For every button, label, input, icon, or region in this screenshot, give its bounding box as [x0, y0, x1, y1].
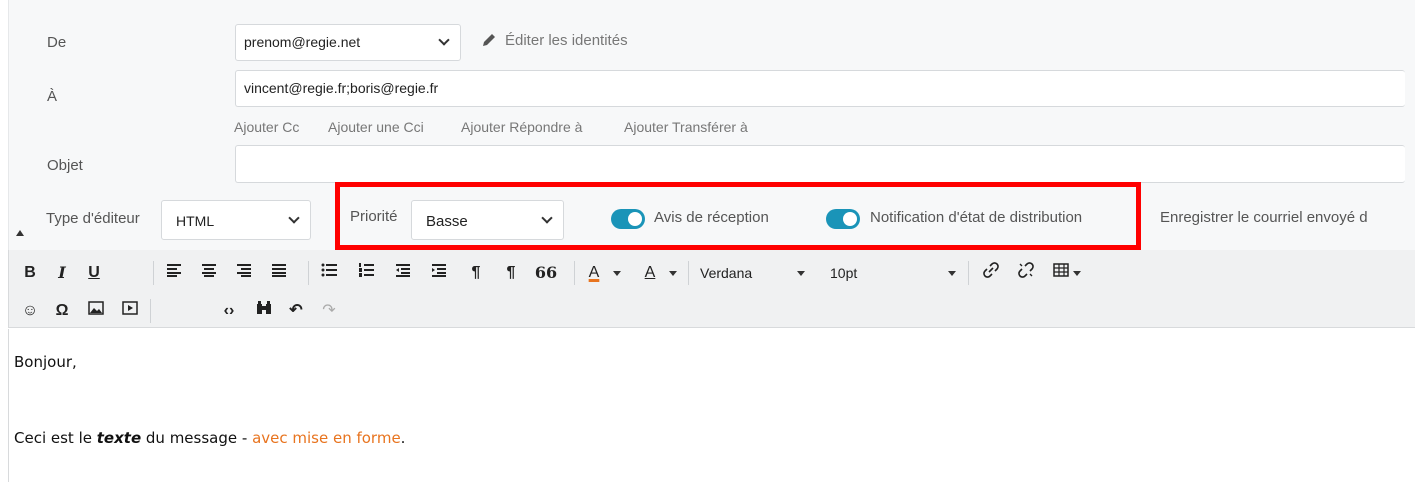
source-code-icon[interactable]: ‹› — [218, 300, 240, 322]
numbered-list-icon[interactable] — [355, 262, 377, 284]
caret-down-icon[interactable] — [613, 271, 621, 276]
highlight-box — [335, 182, 1141, 250]
font-size-select[interactable]: 10pt — [830, 262, 857, 284]
find-replace-icon[interactable] — [253, 300, 275, 322]
editor-body[interactable]: Bonjour, Ceci est le texte du message - … — [8, 329, 1415, 482]
toolbar-separator — [968, 261, 969, 285]
align-justify-icon[interactable] — [268, 262, 290, 284]
underline-button[interactable]: U — [83, 262, 105, 284]
align-left-icon[interactable] — [163, 262, 185, 284]
image-icon[interactable] — [85, 300, 107, 322]
toolbar-separator — [574, 261, 575, 285]
italic-button[interactable]: I — [51, 262, 73, 284]
from-select[interactable]: prenom@regie.net — [235, 24, 461, 61]
body-line-colored: avec mise en forme — [252, 429, 401, 447]
chevron-down-icon — [438, 34, 450, 46]
add-cc-link[interactable]: Ajouter Cc — [234, 119, 299, 135]
table-icon[interactable] — [1050, 262, 1072, 284]
caret-down-icon[interactable] — [797, 271, 805, 276]
special-char-icon[interactable]: Ω — [51, 300, 73, 322]
toolbar-separator — [150, 299, 151, 323]
subject-label: Objet — [47, 157, 83, 174]
toolbar-separator — [153, 261, 154, 285]
toolbar-separator — [688, 261, 689, 285]
toolbar-separator — [308, 261, 309, 285]
ltr-icon[interactable]: ¶ — [465, 262, 487, 284]
emoji-icon[interactable]: ☺ — [19, 300, 41, 322]
bold-button[interactable]: B — [19, 262, 41, 284]
to-field[interactable]: vincent@regie.fr;boris@regie.fr — [235, 70, 1405, 107]
body-line-end: . — [400, 429, 406, 447]
collapse-triangle-icon[interactable] — [16, 230, 24, 236]
caret-down-icon[interactable] — [669, 271, 677, 276]
to-label: À — [47, 88, 58, 105]
caret-down-icon[interactable] — [1073, 271, 1081, 276]
undo-icon[interactable]: ↶ — [285, 300, 307, 322]
body-line-bold-italic: texte — [96, 429, 142, 447]
from-select-value: prenom@regie.net — [244, 34, 361, 50]
add-reply-to-link[interactable]: Ajouter Répondre à — [461, 119, 582, 135]
blockquote-icon[interactable]: 66 — [534, 262, 558, 284]
body-line-prefix: Ceci est le — [14, 429, 97, 447]
outdent-icon[interactable] — [392, 262, 414, 284]
body-greeting: Bonjour, — [14, 353, 77, 371]
save-sent-label[interactable]: Enregistrer le courriel envoyé d — [1160, 209, 1368, 226]
text-color-button[interactable]: A — [583, 262, 605, 284]
editor-type-value: HTML — [176, 213, 215, 229]
align-center-icon[interactable] — [198, 262, 220, 284]
link-icon[interactable] — [980, 262, 1002, 285]
body-line-middle: du message - — [141, 429, 253, 447]
body-line: Ceci est le texte du message - avec mise… — [14, 429, 405, 447]
align-right-icon[interactable] — [233, 262, 255, 284]
chevron-down-icon — [288, 212, 300, 224]
subject-field[interactable] — [235, 145, 1405, 183]
redo-icon[interactable]: ↷ — [318, 300, 340, 322]
editor-type-select[interactable]: HTML — [161, 200, 311, 240]
edit-identities-link[interactable]: Éditer les identités — [505, 32, 628, 49]
caret-down-icon[interactable] — [948, 271, 956, 276]
editor-type-label: Type d'éditeur — [46, 210, 140, 227]
pencil-icon[interactable] — [480, 31, 498, 49]
bg-color-button[interactable]: A — [639, 262, 661, 284]
to-field-value: vincent@regie.fr;boris@regie.fr — [244, 80, 439, 96]
indent-icon[interactable] — [428, 262, 450, 284]
from-label: De — [47, 34, 67, 51]
media-icon[interactable] — [119, 300, 141, 322]
font-family-select[interactable]: Verdana — [700, 262, 752, 284]
bullet-list-icon[interactable] — [318, 262, 340, 284]
add-bcc-link[interactable]: Ajouter une Cci — [328, 119, 424, 135]
add-forward-to-link[interactable]: Ajouter Transférer à — [624, 119, 748, 135]
unlink-icon[interactable] — [1015, 262, 1037, 285]
rtl-icon[interactable]: ¶ — [500, 262, 522, 284]
